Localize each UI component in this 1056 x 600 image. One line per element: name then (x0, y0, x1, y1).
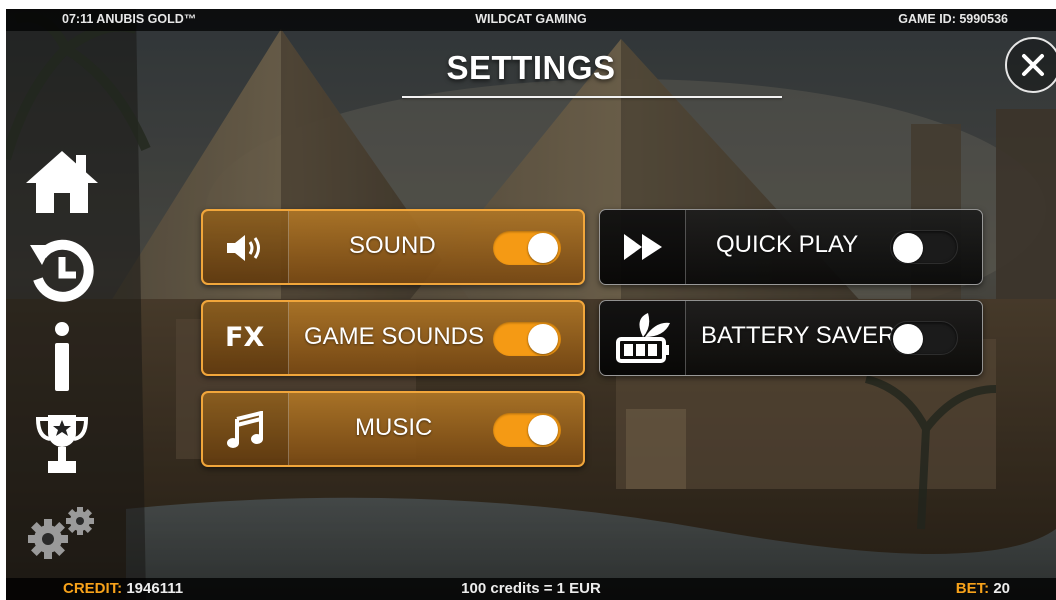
quick-play-label: QUICK PLAY (716, 231, 859, 258)
settings-gears-icon (28, 507, 94, 559)
sidebar-item-settings[interactable] (24, 505, 100, 561)
game-sounds-icon-cell: FX (203, 302, 289, 374)
game-sounds-setting: FX GAME SOUNDS (201, 300, 585, 376)
speaker-icon (227, 235, 260, 261)
sidebar-item-info[interactable] (50, 321, 74, 393)
sidebar-item-trophy[interactable] (35, 411, 89, 477)
top-bar: 07:11 ANUBIS GOLD™ WILDCAT GAMING GAME I… (6, 9, 1056, 31)
music-setting: MUSIC (201, 391, 585, 467)
fx-icon: FX (225, 322, 265, 353)
home-icon (26, 151, 98, 213)
toggle-knob (893, 233, 923, 263)
bet-value: 20 (993, 580, 1010, 597)
sound-icon-cell (203, 211, 289, 283)
history-icon (30, 239, 94, 302)
sidebar-item-home[interactable] (24, 149, 100, 215)
title-underline (402, 96, 782, 98)
bet-label: BET: (955, 580, 990, 597)
bottom-bar: CREDIT: 1946111 100 credits = 1 EUR BET:… (6, 578, 1056, 600)
toggle-knob (528, 324, 558, 354)
info-icon (55, 322, 69, 391)
fast-forward-icon (624, 234, 662, 260)
toggle-knob (893, 324, 923, 354)
toggle-knob (528, 233, 558, 263)
sound-setting: SOUND (201, 209, 585, 285)
eco-battery-icon (616, 313, 670, 363)
game-sounds-toggle[interactable] (493, 322, 561, 356)
quick-play-setting: QUICK PLAY (599, 209, 983, 285)
quick-play-toggle[interactable] (890, 230, 958, 264)
sidebar-item-history[interactable] (28, 235, 94, 303)
game-id: GAME ID: 5990536 (898, 12, 1008, 26)
battery-saver-label: BATTERY SAVER (701, 322, 896, 349)
quick-play-icon-cell (600, 210, 686, 284)
battery-saver-icon-cell (600, 301, 686, 375)
music-icon-cell (203, 393, 289, 465)
sound-label: SOUND (349, 232, 436, 259)
toggle-knob (528, 415, 558, 445)
battery-saver-setting: BATTERY SAVER (599, 300, 983, 376)
page-title: SETTINGS (446, 49, 616, 86)
trophy-icon (35, 415, 89, 473)
credit-rate: 100 credits = 1 EUR (461, 580, 601, 597)
close-button[interactable] (1005, 37, 1056, 93)
game-sounds-label: GAME SOUNDS (304, 323, 485, 350)
game-frame: 07:11 ANUBIS GOLD™ WILDCAT GAMING GAME I… (6, 9, 1056, 600)
bet-display: BET: 20 (956, 580, 1010, 597)
close-icon (1022, 54, 1044, 76)
battery-saver-toggle[interactable] (890, 321, 958, 355)
music-label: MUSIC (355, 414, 433, 441)
sound-toggle[interactable] (493, 231, 561, 265)
music-toggle[interactable] (493, 413, 561, 447)
music-note-icon (227, 411, 263, 448)
